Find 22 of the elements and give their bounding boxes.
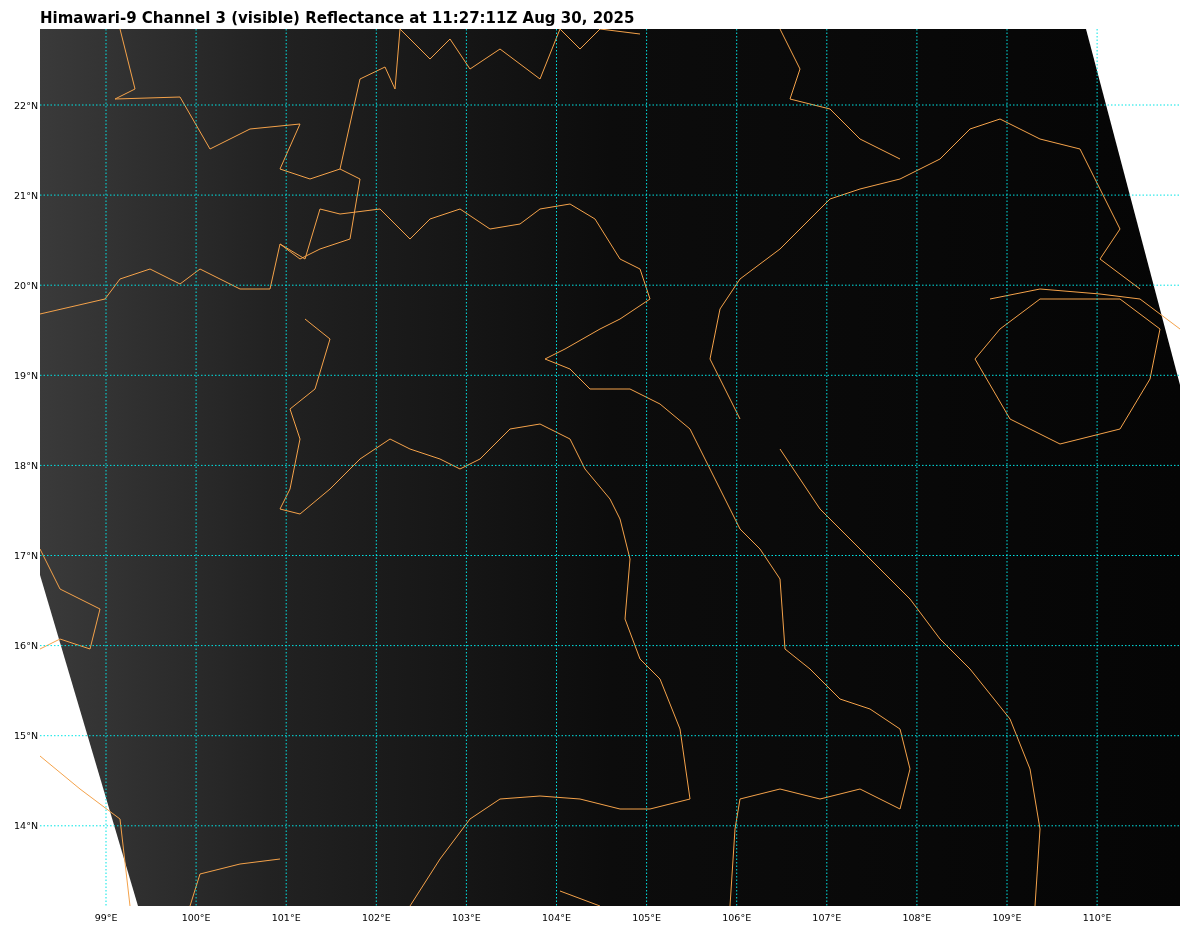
latitude-label: 17°N (13, 549, 39, 563)
chart-title: Himawari-9 Channel 3 (visible) Reflectance at 11:27:11Z Aug 30, 2025 (39, 8, 636, 29)
latitude-label: 21°N (13, 188, 39, 203)
latitude-label: 14°N (13, 819, 39, 834)
latitude-label: 19°N (13, 368, 39, 383)
longitude-label: 103°E (450, 911, 482, 925)
latitude-label: 18°N (13, 458, 39, 473)
latitude-label: 22°N (13, 98, 39, 113)
longitude-label: 110°E (1081, 911, 1113, 925)
longitude-label: 108°E (901, 911, 933, 925)
longitude-label: 109°E (991, 911, 1023, 925)
longitude-label: 99°E (93, 911, 119, 925)
longitude-label: 104°E (541, 911, 572, 925)
longitude-label: 105°E (631, 911, 663, 925)
latitude-label: 16°N (13, 639, 39, 654)
longitude-label: 106°E (721, 911, 753, 925)
longitude-label: 102°E (360, 911, 392, 925)
longitude-label: 100°E (180, 911, 212, 925)
longitude-label: 101°E (270, 911, 302, 925)
latitude-label: 15°N (13, 729, 39, 744)
latitude-label: 20°N (13, 278, 39, 293)
longitude-label: 107°E (811, 911, 843, 925)
